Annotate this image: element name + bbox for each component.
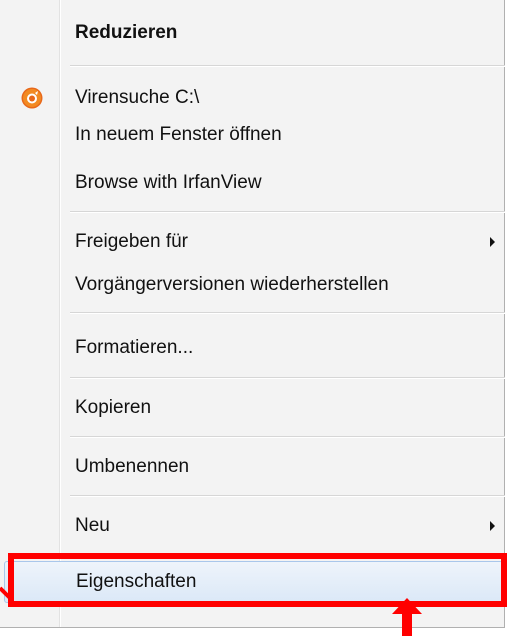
menu-item-in-neuem-fenster[interactable]: In neuem Fenster öffnen — [0, 114, 505, 156]
menu-item-umbenennen[interactable]: Umbenennen — [0, 446, 505, 488]
menu-item-neu[interactable]: Neu — [0, 505, 505, 547]
menu-item-label: Vorgängerversionen wiederherstellen — [75, 274, 389, 295]
up-arrow-icon — [392, 598, 422, 636]
menu-item-browse-irfanview[interactable]: Browse with IrfanView — [0, 162, 505, 204]
menu-separator — [70, 495, 505, 497]
menu-separator — [70, 211, 505, 213]
menu-separator — [70, 377, 505, 379]
menu-item-kopieren[interactable]: Kopieren — [0, 387, 505, 429]
menu-item-virensuche[interactable]: Virensuche C:\ — [0, 77, 505, 119]
menu-item-vorgaengerversionen[interactable]: Vorgängerversionen wiederherstellen — [0, 264, 505, 306]
menu-item-label: Virensuche C:\ — [75, 87, 200, 108]
avast-icon — [21, 87, 43, 109]
menu-item-reduzieren[interactable]: Reduzieren — [0, 12, 505, 54]
menu-item-label: In neuem Fenster öffnen — [75, 124, 282, 145]
menu-separator — [70, 436, 505, 438]
menu-item-label: Kopieren — [75, 397, 152, 418]
submenu-arrow-icon — [490, 237, 495, 247]
menu-item-label: Browse with IrfanView — [75, 172, 262, 193]
submenu-arrow-icon — [490, 521, 495, 531]
menu-item-label: Neu — [75, 515, 110, 536]
annotation-box-corner — [0, 586, 14, 602]
annotation-highlight-box — [8, 553, 507, 607]
menu-separator — [70, 65, 505, 67]
menu-item-freigeben[interactable]: Freigeben für — [0, 221, 505, 263]
menu-item-label: Freigeben für — [75, 231, 189, 252]
menu-item-label: Formatieren... — [75, 337, 194, 358]
menu-item-label: Reduzieren — [75, 22, 178, 43]
menu-item-formatieren[interactable]: Formatieren... — [0, 327, 505, 369]
menu-item-label: Umbenennen — [75, 456, 190, 477]
context-menu: Reduzieren Virensuche C:\ In neuem Fenst… — [0, 0, 505, 628]
menu-separator — [70, 312, 505, 314]
